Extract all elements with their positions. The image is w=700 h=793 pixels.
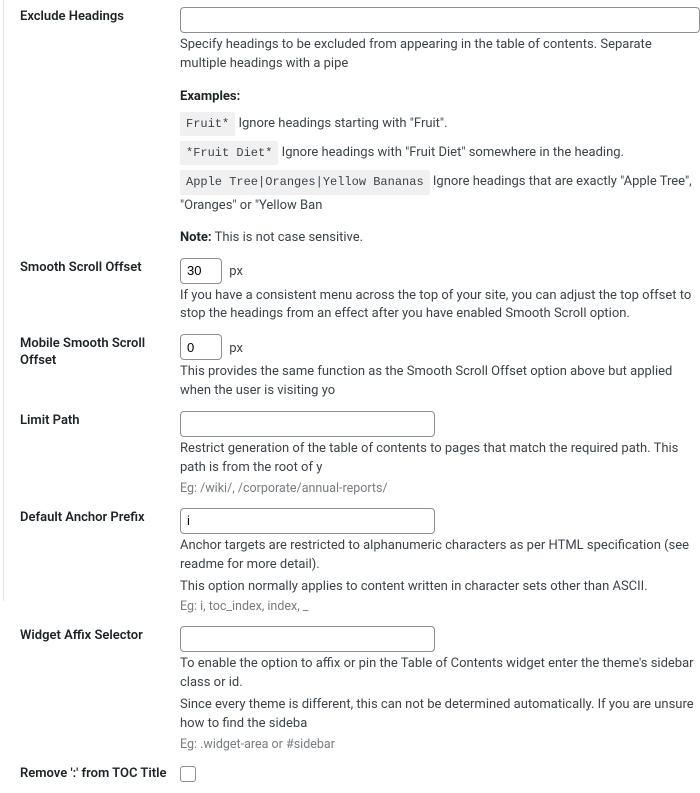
widget-affix-input[interactable]: [180, 626, 435, 652]
widget-affix-example: Eg: .widget-area or #sidebar: [180, 736, 700, 754]
widget-affix-desc: To enable the option to affix or pin the…: [180, 655, 700, 693]
smooth-scroll-offset-label: Smooth Scroll Offset: [20, 254, 180, 331]
smooth-scroll-offset-desc: If you have a consistent menu across the…: [180, 287, 700, 325]
smooth-scroll-offset-input[interactable]: [180, 258, 222, 284]
remove-colon-checkbox[interactable]: [180, 766, 196, 782]
anchor-prefix-label: Default Anchor Prefix: [20, 504, 180, 623]
examples-heading: Examples:: [180, 88, 700, 107]
anchor-prefix-example: Eg: i, toc_index, index, _: [180, 598, 700, 616]
exclude-headings-label: Exclude Headings: [20, 3, 180, 254]
example-code: *Fruit Diet*: [180, 141, 278, 165]
note-text: This is not case sensitive.: [215, 230, 363, 245]
exclude-headings-input[interactable]: [180, 7, 700, 33]
example-row: Apple Tree|Oranges|Yellow Bananas Ignore…: [180, 170, 700, 216]
anchor-prefix-input[interactable]: [180, 508, 435, 534]
note-label: Note:: [180, 230, 212, 245]
mobile-smooth-scroll-offset-label: Mobile Smooth Scroll Offset: [20, 330, 180, 407]
widget-affix-label: Widget Affix Selector: [20, 622, 180, 760]
example-row: Fruit* Ignore headings starting with "Fr…: [180, 112, 700, 136]
example-row: *Fruit Diet* Ignore headings with "Fruit…: [180, 141, 700, 165]
limit-path-example: Eg: /wiki/, /corporate/annual-reports/: [180, 480, 700, 498]
widget-affix-desc-2: Since every theme is different, this can…: [180, 696, 700, 734]
unit-px: px: [225, 341, 243, 356]
remove-colon-label: Remove ':' from TOC Title: [20, 760, 180, 793]
exclude-headings-desc: Specify headings to be excluded from app…: [180, 36, 700, 74]
example-code: Fruit*: [180, 112, 235, 136]
limit-path-label: Limit Path: [20, 407, 180, 504]
example-code: Apple Tree|Oranges|Yellow Bananas: [180, 170, 430, 194]
mobile-smooth-scroll-offset-input[interactable]: [180, 334, 222, 360]
anchor-prefix-desc: Anchor targets are restricted to alphanu…: [180, 537, 700, 575]
unit-px: px: [225, 264, 243, 279]
anchor-prefix-desc-2: This option normally applies to content …: [180, 578, 700, 597]
mobile-smooth-scroll-offset-desc: This provides the same function as the S…: [180, 363, 700, 401]
example-text: Ignore headings with "Fruit Diet" somewh…: [282, 145, 624, 160]
limit-path-input[interactable]: [180, 411, 435, 437]
example-text: Ignore headings starting with "Fruit".: [238, 116, 447, 131]
limit-path-desc: Restrict generation of the table of cont…: [180, 440, 700, 478]
